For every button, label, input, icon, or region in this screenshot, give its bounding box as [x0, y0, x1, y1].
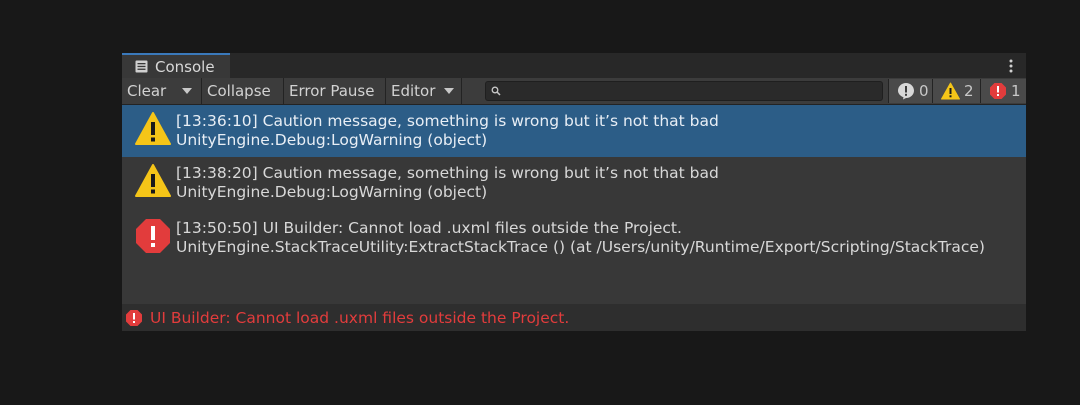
warning-icon [135, 112, 171, 145]
console-icon [135, 60, 148, 73]
chevron-down-icon [182, 88, 192, 94]
editor-label: Editor [391, 82, 436, 100]
search-icon [491, 86, 501, 96]
log-entry[interactable]: [13:38:20] Caution message, something is… [122, 157, 1026, 209]
search-input[interactable] [485, 81, 883, 101]
error-pause-button[interactable]: Error Pause [284, 78, 386, 104]
chevron-down-icon [444, 88, 454, 94]
editor-dropdown-button[interactable]: Editor [386, 78, 462, 104]
log-entry[interactable]: [13:36:10] Caution message, something is… [122, 105, 1026, 157]
collapse-label: Collapse [207, 82, 271, 100]
console-toolbar: Clear Collapse Error Pause Editor 0 2 1 [122, 78, 1026, 105]
kebab-menu-icon[interactable] [1008, 59, 1014, 73]
log-message: [13:50:50] UI Builder: Cannot load .uxml… [176, 219, 682, 237]
info-icon [898, 83, 914, 100]
collapse-button[interactable]: Collapse [202, 78, 284, 104]
tab-console[interactable]: Console [122, 53, 230, 78]
tab-bar: Console [122, 53, 1026, 78]
error-icon [990, 83, 1006, 99]
clear-dropdown-button[interactable]: Clear [122, 78, 202, 104]
clear-label: Clear [127, 82, 167, 100]
info-count: 0 [919, 82, 929, 100]
error-icon [136, 219, 170, 253]
log-message: [13:38:20] Caution message, something is… [176, 164, 719, 182]
status-bar[interactable]: UI Builder: Cannot load .uxml files outs… [122, 304, 1026, 331]
warning-icon [941, 82, 960, 100]
error-filter-toggle[interactable]: 1 [980, 79, 1026, 103]
console-window: Console Clear Collapse Error Pause Edito… [122, 53, 1026, 331]
error-pause-label: Error Pause [289, 82, 375, 100]
info-filter-toggle[interactable]: 0 [888, 79, 932, 103]
log-source: UnityEngine.Debug:LogWarning (object) [176, 131, 488, 149]
log-list: [13:36:10] Caution message, something is… [122, 105, 1026, 304]
log-source: UnityEngine.Debug:LogWarning (object) [176, 183, 488, 201]
log-entry[interactable]: [13:50:50] UI Builder: Cannot load .uxml… [122, 212, 1026, 264]
log-message: [13:36:10] Caution message, something is… [176, 112, 719, 130]
error-icon [126, 309, 142, 326]
warning-filter-toggle[interactable]: 2 [932, 79, 980, 103]
log-source: UnityEngine.StackTraceUtility:ExtractSta… [176, 238, 985, 256]
warning-icon [135, 164, 171, 197]
warning-count: 2 [964, 82, 974, 100]
status-message: UI Builder: Cannot load .uxml files outs… [150, 308, 570, 327]
tab-title: Console [155, 57, 215, 76]
error-count: 1 [1011, 82, 1021, 100]
